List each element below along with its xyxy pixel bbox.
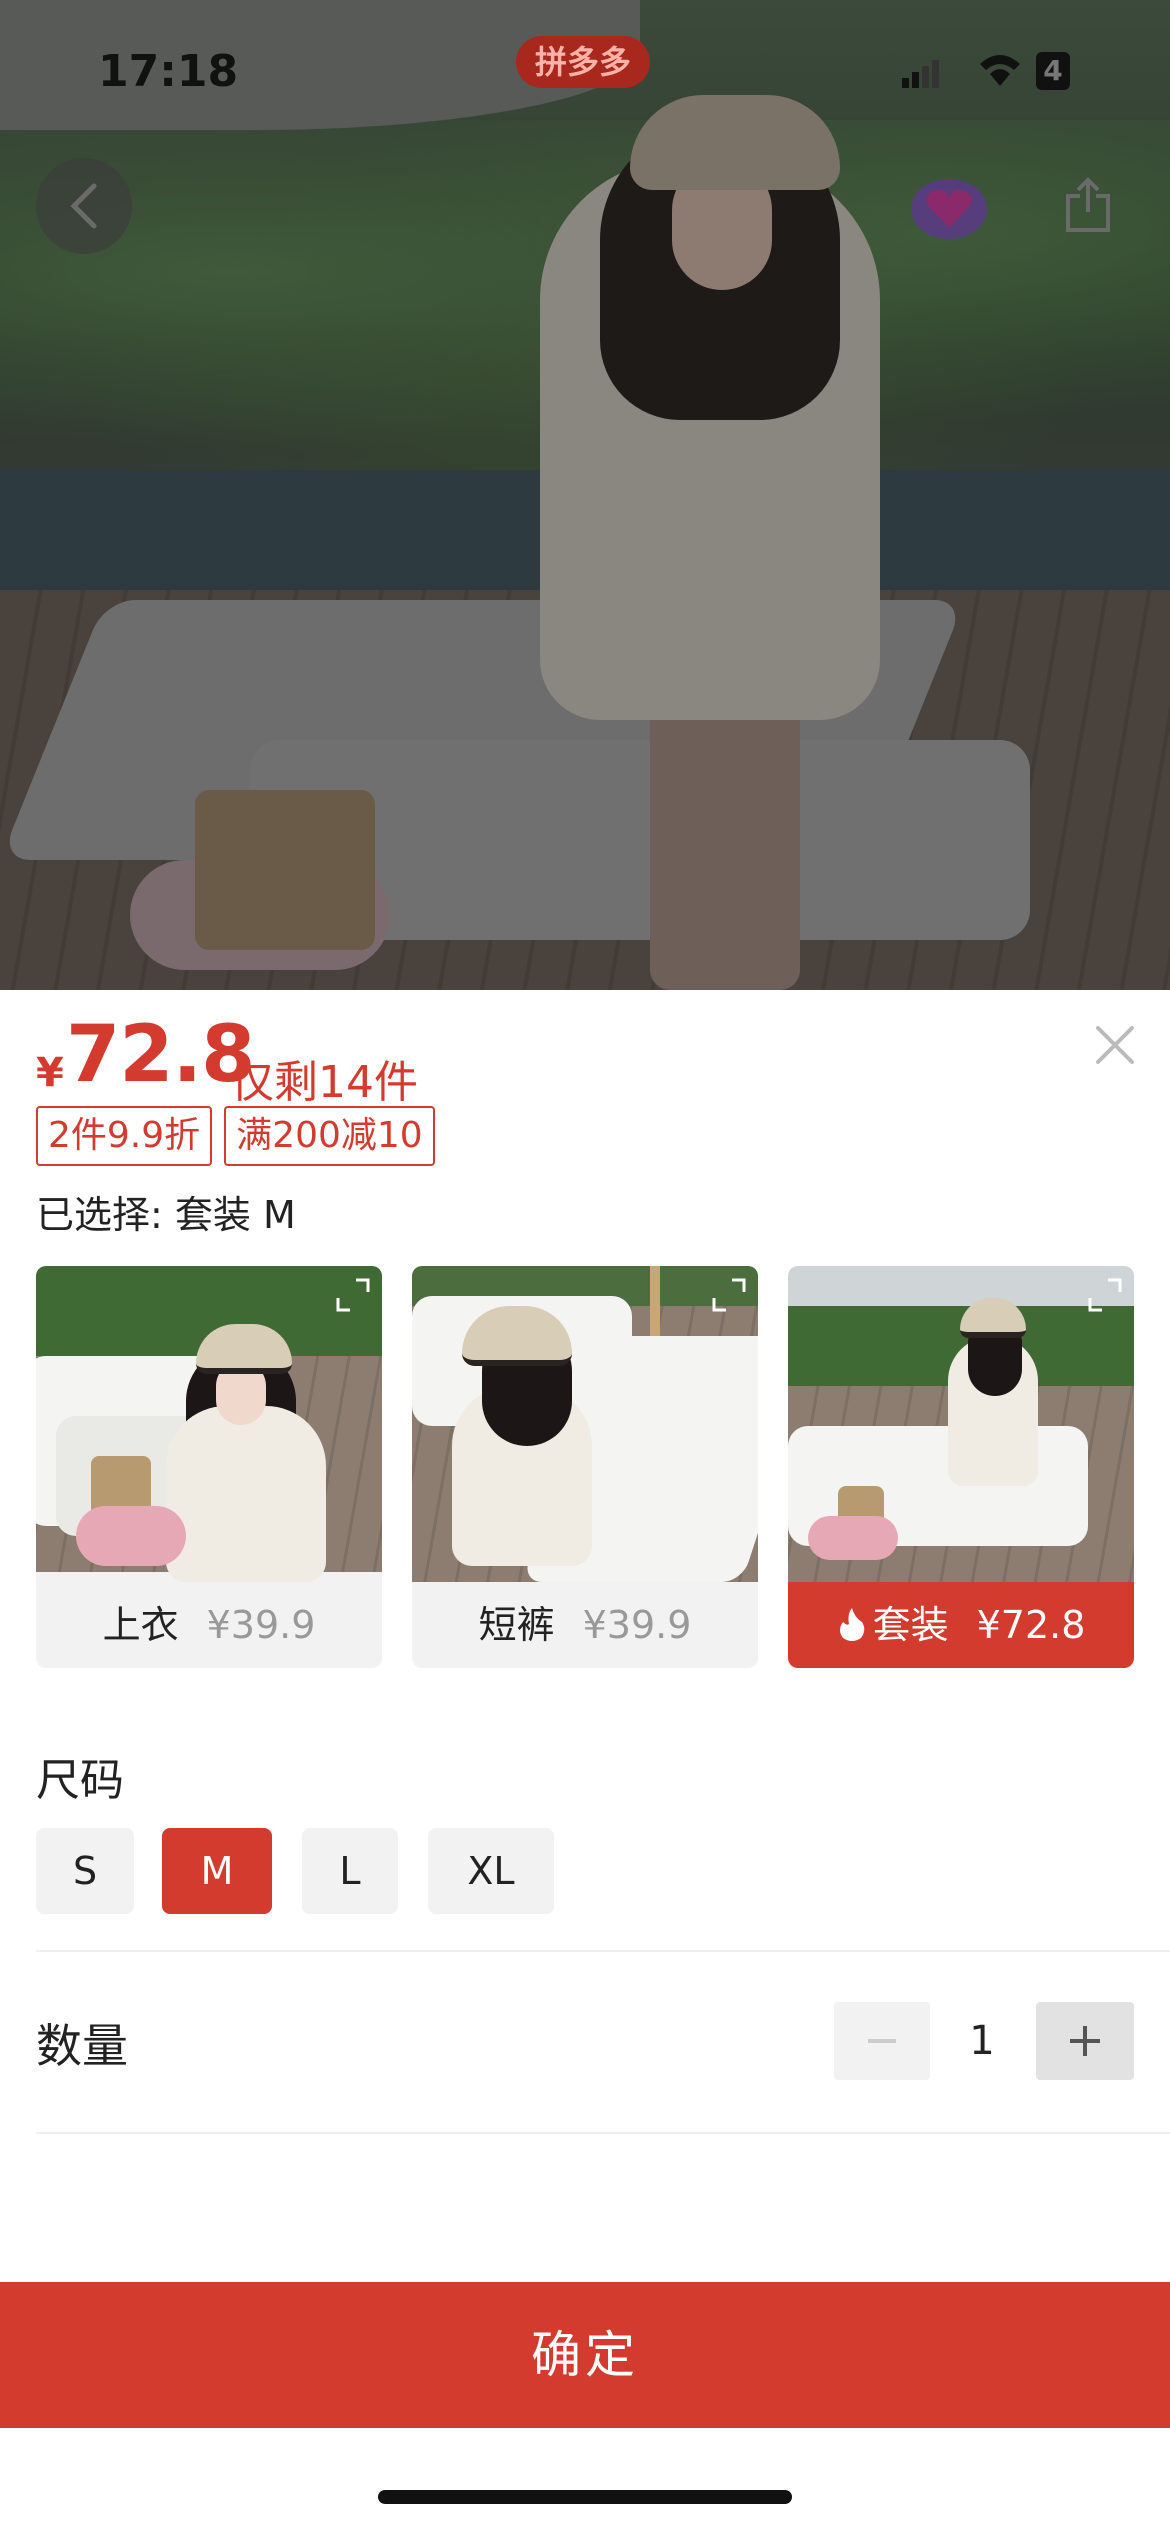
promo-tags: 2件9.9折 满200减10: [36, 1106, 435, 1166]
variant-label: 短裤 ¥39.9: [412, 1582, 758, 1668]
divider: [36, 1950, 1170, 1952]
confirm-button[interactable]: 确定: [0, 2282, 1170, 2428]
promo-tag: 2件9.9折: [36, 1106, 213, 1166]
variant-name: 套装: [872, 1603, 949, 1647]
quantity-label: 数量: [36, 2019, 128, 2073]
expand-icon[interactable]: [1086, 1276, 1124, 1314]
share-icon: [1066, 177, 1110, 232]
signal-icon: [902, 60, 939, 88]
close-icon: [1096, 1026, 1134, 1064]
variant-price: ¥39.9: [582, 1603, 692, 1647]
status-time: 17:18: [98, 46, 239, 97]
battery-icon: 4: [1036, 52, 1070, 90]
price-value: 72.8: [66, 1010, 255, 1100]
size-option-xl[interactable]: XL: [428, 1828, 554, 1914]
size-option-m[interactable]: M: [162, 1828, 272, 1914]
variant-image: [36, 1266, 382, 1582]
variant-price: ¥72.8: [976, 1603, 1086, 1647]
variant-card-set[interactable]: 套装 ¥72.8: [788, 1266, 1134, 1668]
chevron-left-icon: [70, 183, 97, 229]
favorite-button[interactable]: [908, 176, 990, 242]
quantity-value[interactable]: 1: [930, 2002, 1034, 2080]
variant-image: [412, 1266, 758, 1582]
background-model-legs: [650, 700, 800, 990]
divider: [36, 2132, 1170, 2134]
variant-label: 套装 ¥72.8: [788, 1582, 1134, 1668]
size-option-s[interactable]: S: [36, 1828, 134, 1914]
app-badge: 拼多多: [516, 36, 650, 88]
background-model-hat: [630, 95, 840, 190]
plus-icon: [1070, 2026, 1100, 2056]
background-bag: [195, 790, 375, 950]
variant-image: [788, 1266, 1134, 1582]
variant-price: ¥39.9: [206, 1603, 316, 1647]
home-indicator: [378, 2490, 792, 2504]
quantity-decrement-button[interactable]: [834, 2002, 930, 2080]
product-photo-backdrop: [0, 0, 1170, 990]
variant-label: 上衣 ¥39.9: [36, 1582, 382, 1668]
size-option-l[interactable]: L: [302, 1828, 398, 1914]
variant-name: 短裤: [478, 1603, 555, 1647]
quantity-increment-button[interactable]: [1036, 2002, 1134, 2080]
close-button[interactable]: [1090, 1020, 1140, 1070]
variant-card-top[interactable]: 上衣 ¥39.9: [36, 1266, 382, 1668]
size-options: S M L XL: [36, 1828, 554, 1914]
sku-selector-sheet: ¥ 72.8 仅剩14件 2件9.9折 满200减10 已选择: 套装 M 上衣…: [0, 990, 1170, 2532]
variant-name: 上衣: [102, 1603, 179, 1647]
size-heading: 尺码: [36, 1755, 124, 1806]
price-currency: ¥: [36, 1050, 64, 1096]
minus-icon: [868, 2039, 896, 2043]
promo-tag: 满200减10: [224, 1106, 435, 1166]
flame-icon: [839, 1608, 864, 1641]
share-button[interactable]: [1040, 158, 1136, 254]
stock-remaining: 仅剩14件: [230, 1057, 418, 1108]
variant-list: 上衣 ¥39.9 短裤 ¥39.9 套装 ¥72.8: [36, 1266, 1136, 1670]
back-button[interactable]: [36, 158, 132, 254]
selected-summary: 已选择: 套装 M: [36, 1193, 296, 1237]
wifi-icon: [980, 55, 1020, 86]
expand-icon[interactable]: [334, 1276, 372, 1314]
variant-card-shorts[interactable]: 短裤 ¥39.9: [412, 1266, 758, 1668]
expand-icon[interactable]: [710, 1276, 748, 1314]
